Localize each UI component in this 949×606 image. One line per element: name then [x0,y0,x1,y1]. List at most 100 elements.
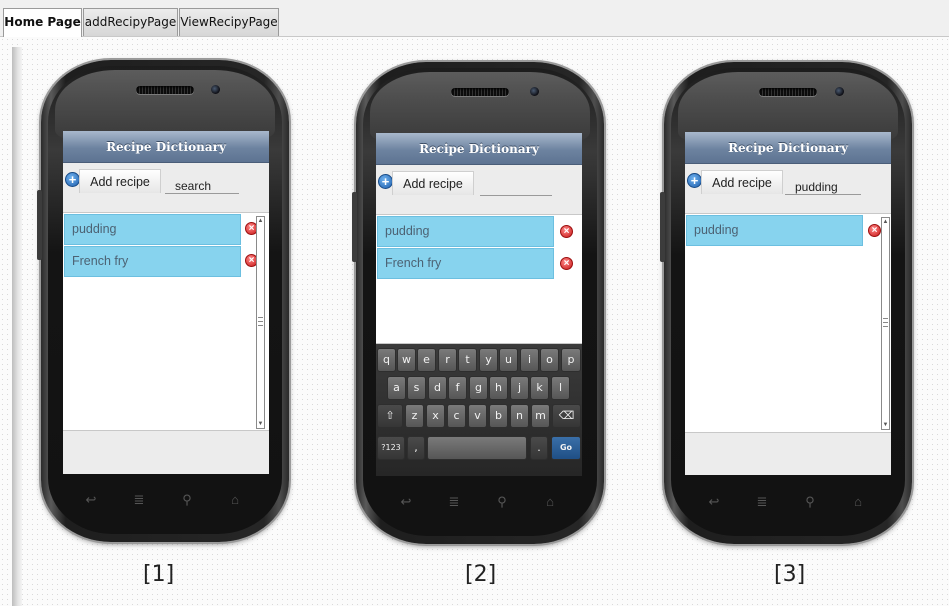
back-icon[interactable]: ↩ [396,494,416,510]
speaker-grille [136,86,194,94]
key-d[interactable]: d [428,376,447,400]
key-r[interactable]: r [438,348,457,372]
key-l[interactable]: l [551,376,570,400]
plus-circle-icon[interactable]: + [378,174,393,189]
key-y[interactable]: y [479,348,498,372]
phone-2: Recipe Dictionary + Add recipe pudding F… [352,62,604,544]
key-o[interactable]: o [540,348,559,372]
key-z[interactable]: z [405,404,424,428]
canvas-left-bar [12,47,22,606]
plus-circle-icon[interactable]: + [65,172,80,187]
front-camera-icon [211,85,220,94]
volume-key [352,192,357,262]
key-i[interactable]: i [520,348,539,372]
tab-home-page[interactable]: Home Page [3,8,82,37]
key-k[interactable]: k [530,376,549,400]
key-a[interactable]: a [387,376,406,400]
recipe-list: pudding × ▲ ▼ [685,213,891,433]
add-recipe-button[interactable]: Add recipe [79,169,161,193]
home-icon[interactable]: ⌂ [540,494,560,510]
key-n[interactable]: n [510,404,529,428]
plus-circle-icon[interactable]: + [687,173,702,188]
front-camera-icon [835,87,844,96]
list-scrollbar[interactable]: ▲ ▼ [881,217,890,430]
go-key[interactable]: Go [551,436,581,460]
shift-key[interactable]: ⇧ [377,404,403,428]
key-t[interactable]: t [458,348,477,372]
nav-bar: ↩ ≣ ⚲ ⌂ [396,494,564,512]
search-input[interactable] [165,178,239,194]
phone-gloss [370,72,590,142]
keyboard-row-1: q w e r t y u i o p [376,348,582,374]
list-item[interactable]: pudding [686,215,863,246]
home-icon[interactable]: ⌂ [225,492,245,508]
key-u[interactable]: u [499,348,518,372]
backspace-key[interactable]: ⌫ [552,404,581,428]
key-b[interactable]: b [489,404,508,428]
nav-bar: ↩ ≣ ⚲ ⌂ [81,492,249,510]
comma-key[interactable]: , [407,436,425,460]
scroll-grip-icon[interactable] [258,317,263,326]
search-icon[interactable]: ⚲ [177,492,197,508]
app-title-bar: Recipe Dictionary [376,133,582,165]
key-e[interactable]: e [417,348,436,372]
search-input[interactable] [480,180,552,196]
home-icon[interactable]: ⌂ [848,494,868,510]
back-icon[interactable]: ↩ [704,494,724,510]
delete-circle-icon[interactable]: × [560,257,573,270]
menu-icon[interactable]: ≣ [444,494,464,510]
scroll-up-icon[interactable]: ▲ [882,219,889,225]
key-m[interactable]: m [531,404,550,428]
back-icon[interactable]: ↩ [81,492,101,508]
scroll-down-icon[interactable]: ▼ [882,422,889,428]
phone-screen: Recipe Dictionary + Add recipe pudding F… [376,133,582,476]
keyboard-row-3: ⇧ z x c v b n m ⌫ [376,404,582,430]
key-q[interactable]: q [377,348,396,372]
symbols-key[interactable]: ?123 [377,436,405,460]
add-recipe-button[interactable]: Add recipe [701,170,783,194]
delete-circle-icon[interactable]: × [560,225,573,238]
volume-key [37,190,42,260]
phone-caption: [3] [774,562,806,587]
search-icon[interactable]: ⚲ [800,494,820,510]
list-scrollbar[interactable]: ▲ ▼ [256,216,265,429]
delete-circle-icon[interactable]: × [868,224,881,237]
key-x[interactable]: x [426,404,445,428]
list-item[interactable]: pudding [64,214,241,245]
add-recipe-button[interactable]: Add recipe [392,171,474,195]
speaker-grille [451,88,509,96]
scroll-grip-icon[interactable] [883,318,888,327]
soft-keyboard: q w e r t y u i o p a s d f g h j k l ⇧ … [376,344,582,476]
key-s[interactable]: s [407,376,426,400]
phone-gloss [55,70,275,140]
phone-screen: Recipe Dictionary + Add recipe pudding ×… [685,132,891,475]
tab-add-recipy-page[interactable]: addRecipyPage [83,8,178,36]
front-camera-icon [530,87,539,96]
key-g[interactable]: g [469,376,488,400]
add-row: + Add recipe [376,171,582,196]
key-j[interactable]: j [510,376,529,400]
space-key[interactable] [427,436,527,460]
list-item[interactable]: French fry [377,248,554,279]
search-input[interactable] [785,179,861,195]
phone-screen: Recipe Dictionary + Add recipe pudding F… [63,131,269,474]
search-icon[interactable]: ⚲ [492,494,512,510]
list-item[interactable]: pudding [377,216,554,247]
key-v[interactable]: v [468,404,487,428]
key-p[interactable]: p [561,348,581,372]
app-title-bar: Recipe Dictionary [685,132,891,164]
scroll-up-icon[interactable]: ▲ [257,218,264,224]
key-w[interactable]: w [397,348,416,372]
keyboard-row-2: a s d f g h j k l [376,376,582,402]
key-h[interactable]: h [489,376,508,400]
key-f[interactable]: f [448,376,467,400]
app-title-bar: Recipe Dictionary [63,131,269,163]
tab-view-recipy-page[interactable]: ViewRecipyPage [179,8,279,36]
list-item[interactable]: French fry [64,246,241,277]
menu-icon[interactable]: ≣ [129,492,149,508]
period-key[interactable]: . [530,436,548,460]
key-c[interactable]: c [447,404,466,428]
menu-icon[interactable]: ≣ [752,494,772,510]
scroll-down-icon[interactable]: ▼ [257,421,264,427]
phone-caption: [1] [143,562,175,587]
